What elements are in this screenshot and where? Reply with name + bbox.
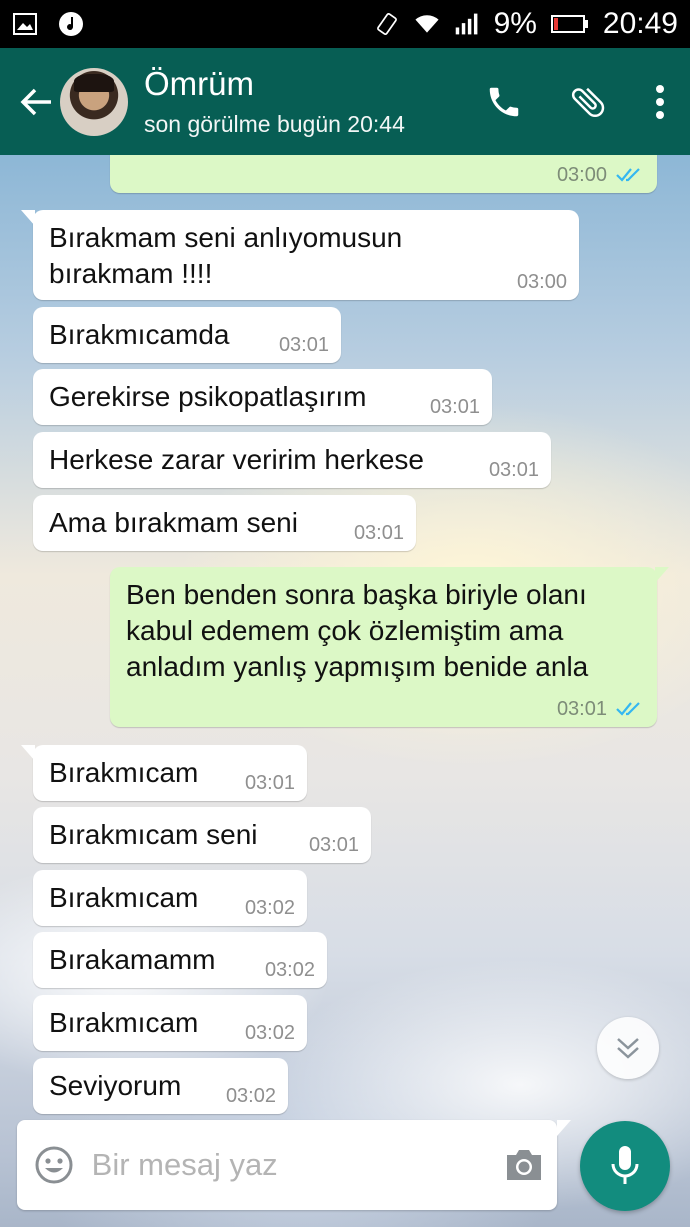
scroll-to-bottom-button[interactable] (597, 1017, 659, 1079)
message-text: Bırakmam seni anlıyomusun bırakmam !!!! (49, 222, 403, 289)
overflow-menu-button[interactable] (630, 60, 690, 144)
battery-percent: 9% (493, 7, 537, 40)
message-time: 03:01 (429, 396, 480, 418)
message-meta: 03:01 (557, 699, 645, 719)
attach-button[interactable] (546, 60, 630, 144)
message-bubble-incoming[interactable]: Bırakmıcamda 03:01 (33, 307, 341, 363)
phone-icon (489, 87, 519, 116)
contact-name: Ömrüm (144, 64, 254, 102)
music-icon (58, 11, 84, 37)
message-text: Bırakamamm (49, 944, 216, 975)
paperclip-icon (571, 87, 605, 117)
message-bubble-incoming[interactable]: Herkese zarar veririm herkese 03:01 (33, 432, 551, 488)
message-text: Seviyorum (49, 1070, 182, 1101)
message-bubble-incoming[interactable]: Seviyorum 03:02 (33, 1058, 288, 1114)
avatar[interactable] (60, 67, 128, 136)
message-bubble-incoming[interactable]: Bırakmam seni anlıyomusun bırakmam !!!! … (21, 210, 579, 300)
message-bubble-incoming[interactable]: Bırakmıcam 03:01 (21, 745, 307, 801)
camera-button[interactable] (491, 1120, 557, 1210)
message-bubble-outgoing[interactable]: Ben benden sonra başka biriyle olanı kab… (110, 567, 669, 727)
message-bubble-incoming[interactable]: Bırakmıcam 03:02 (33, 995, 307, 1051)
message-text: Bırakmıcam (49, 882, 199, 913)
microphone-icon (611, 1146, 639, 1184)
message-time: 03:02 (264, 959, 315, 981)
double-chevron-down-icon (617, 1038, 639, 1059)
back-button[interactable] (8, 72, 64, 132)
message-text: Bırakmıcamda (49, 319, 230, 350)
message-meta: 03:00 (557, 165, 645, 185)
message-time: 03:01 (556, 698, 607, 720)
battery-icon (550, 11, 589, 37)
message-text: Ama bırakmam seni (49, 507, 298, 538)
composer (17, 1120, 571, 1210)
more-vertical-icon (656, 84, 664, 119)
message-time: 03:00 (516, 271, 567, 293)
voice-message-button[interactable] (580, 1121, 670, 1211)
emoji-icon (35, 1146, 73, 1184)
gallery-icon (12, 11, 38, 37)
message-bubble-incoming[interactable]: Bırakamamm 03:02 (33, 932, 327, 988)
signal-icon (454, 11, 480, 37)
message-time: 03:02 (244, 1022, 295, 1044)
vibrate-icon (374, 11, 400, 37)
message-time: 03:01 (488, 459, 539, 481)
message-time: 03:01 (244, 772, 295, 794)
message-text: Bırakmıcam seni (49, 819, 258, 850)
message-bubble-incoming[interactable]: Ama bırakmam seni 03:01 (33, 495, 416, 551)
back-arrow-icon (20, 88, 51, 115)
camera-icon (506, 1150, 541, 1180)
message-time: 03:01 (353, 522, 404, 544)
message-bubble-outgoing[interactable]: 03:00 (110, 155, 657, 193)
message-text: Bırakmıcam (49, 757, 199, 788)
status-bar: 9% 20:49 (0, 0, 690, 48)
call-button[interactable] (462, 60, 546, 144)
chat-header: Ömrüm son görülme bugün 20:44 (0, 48, 690, 155)
message-time: 03:02 (225, 1085, 276, 1107)
message-text: Gerekirse psikopatlaşırım (49, 381, 367, 412)
message-text: Bırakmıcam (49, 1007, 199, 1038)
message-text: Herkese zarar veririm herkese (49, 444, 424, 475)
contact-info[interactable]: Ömrüm son görülme bugün 20:44 (144, 65, 405, 139)
message-time: 03:01 (308, 834, 359, 856)
message-time: 03:01 (278, 334, 329, 356)
message-time: 03:02 (244, 897, 295, 919)
wifi-icon (414, 11, 440, 37)
message-list[interactable]: 03:00 Bırakmam seni anlıyomusun bırakmam… (0, 155, 690, 1227)
emoji-button[interactable] (17, 1120, 92, 1210)
message-time: 03:00 (556, 164, 607, 186)
last-seen: son görülme bugün 20:44 (144, 110, 405, 137)
message-bubble-incoming[interactable]: Bırakmıcam 03:02 (33, 870, 307, 926)
read-ticks-icon (616, 168, 640, 182)
message-text: Ben benden sonra başka biriyle olanı kab… (126, 579, 589, 682)
message-bubble-incoming[interactable]: Gerekirse psikopatlaşırım 03:01 (33, 369, 492, 425)
message-bubble-incoming[interactable]: Bırakmıcam seni 03:01 (33, 807, 371, 863)
message-input[interactable] (91, 1135, 491, 1195)
clock: 20:49 (602, 7, 678, 40)
read-ticks-icon (616, 702, 640, 716)
